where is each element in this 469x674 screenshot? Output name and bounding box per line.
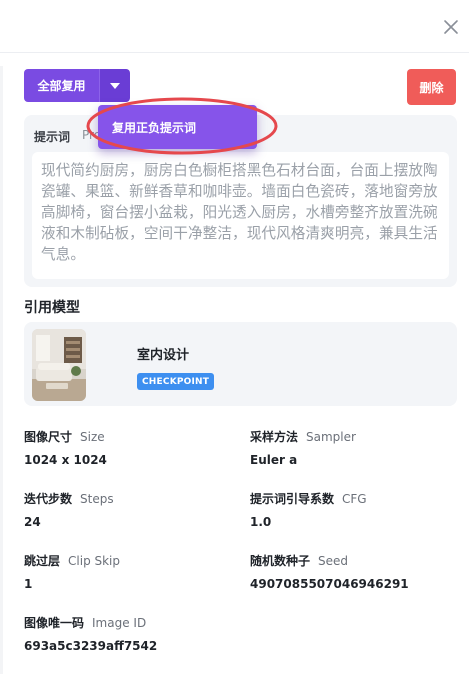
param-label: 图像尺寸	[24, 430, 73, 444]
param-label-en: CFG	[342, 492, 367, 506]
param-seed: 随机数种子 Seed 4907085507046946291	[250, 552, 409, 591]
param-value: Euler a	[250, 453, 298, 467]
close-icon	[444, 20, 458, 34]
caret-down-icon	[110, 82, 120, 89]
param-size: 图像尺寸 Size 1024 x 1024	[24, 428, 107, 467]
param-value: 24	[24, 515, 41, 529]
param-label: 随机数种子	[250, 554, 311, 568]
param-value: 1	[24, 577, 33, 591]
param-label: 迭代步数	[24, 492, 73, 506]
model-card[interactable]: 室内设计 CHECKPOINT	[24, 322, 457, 406]
reuse-all-button[interactable]: 全部复用	[24, 69, 99, 102]
reuse-split-button: 全部复用	[24, 69, 130, 102]
param-value: 1024 x 1024	[24, 453, 107, 467]
delete-button[interactable]: 删除	[407, 69, 456, 105]
param-value: 693a5c3239aff7542	[24, 639, 158, 653]
reuse-prompts-menu-item[interactable]: 复用正负提示词	[98, 105, 257, 149]
model-thumbnail	[32, 329, 86, 401]
model-name: 室内设计	[137, 348, 190, 363]
param-label-en: Clip Skip	[68, 554, 121, 568]
param-label: 提示词引导系数	[250, 492, 335, 506]
panel-header	[0, 0, 469, 52]
param-steps: 迭代步数 Steps 24	[24, 490, 114, 529]
scroll-rail	[0, 66, 3, 674]
model-section-title: 引用模型	[24, 300, 80, 316]
param-value: 4907085507046946291	[250, 577, 409, 591]
param-label-en: Sampler	[306, 430, 356, 444]
param-value: 1.0	[250, 515, 272, 529]
image-detail-panel: 全部复用 删除 提示词 Pro 现代简约厨房，厨房白色橱柜搭黑色石材台面，台面上…	[0, 0, 469, 674]
param-label: 采样方法	[250, 430, 299, 444]
param-label: 图像唯一码	[24, 616, 85, 630]
param-label-en: Seed	[318, 554, 349, 568]
param-label: 跳过层	[24, 554, 61, 568]
model-type-badge: CHECKPOINT	[137, 373, 215, 390]
param-clip-skip: 跳过层 Clip Skip 1	[24, 552, 120, 591]
param-label-en: Image ID	[92, 616, 147, 630]
param-label-en: Size	[80, 430, 105, 444]
param-cfg: 提示词引导系数 CFG 1.0	[250, 490, 367, 529]
param-label-en: Steps	[80, 492, 114, 506]
reuse-options-toggle[interactable]	[99, 69, 130, 102]
header-divider	[0, 52, 469, 53]
param-sampler: 采样方法 Sampler Euler a	[250, 428, 356, 467]
prompt-text: 现代简约厨房，厨房白色橱柜搭黑色石材台面，台面上摆放陶瓷罐、果篮、新鲜香草和咖啡…	[32, 152, 449, 279]
tab-positive-prompt[interactable]: 提示词	[34, 128, 70, 145]
close-button[interactable]	[440, 16, 462, 38]
param-image-id: 图像唯一码 Image ID 693a5c3239aff7542	[24, 614, 157, 653]
